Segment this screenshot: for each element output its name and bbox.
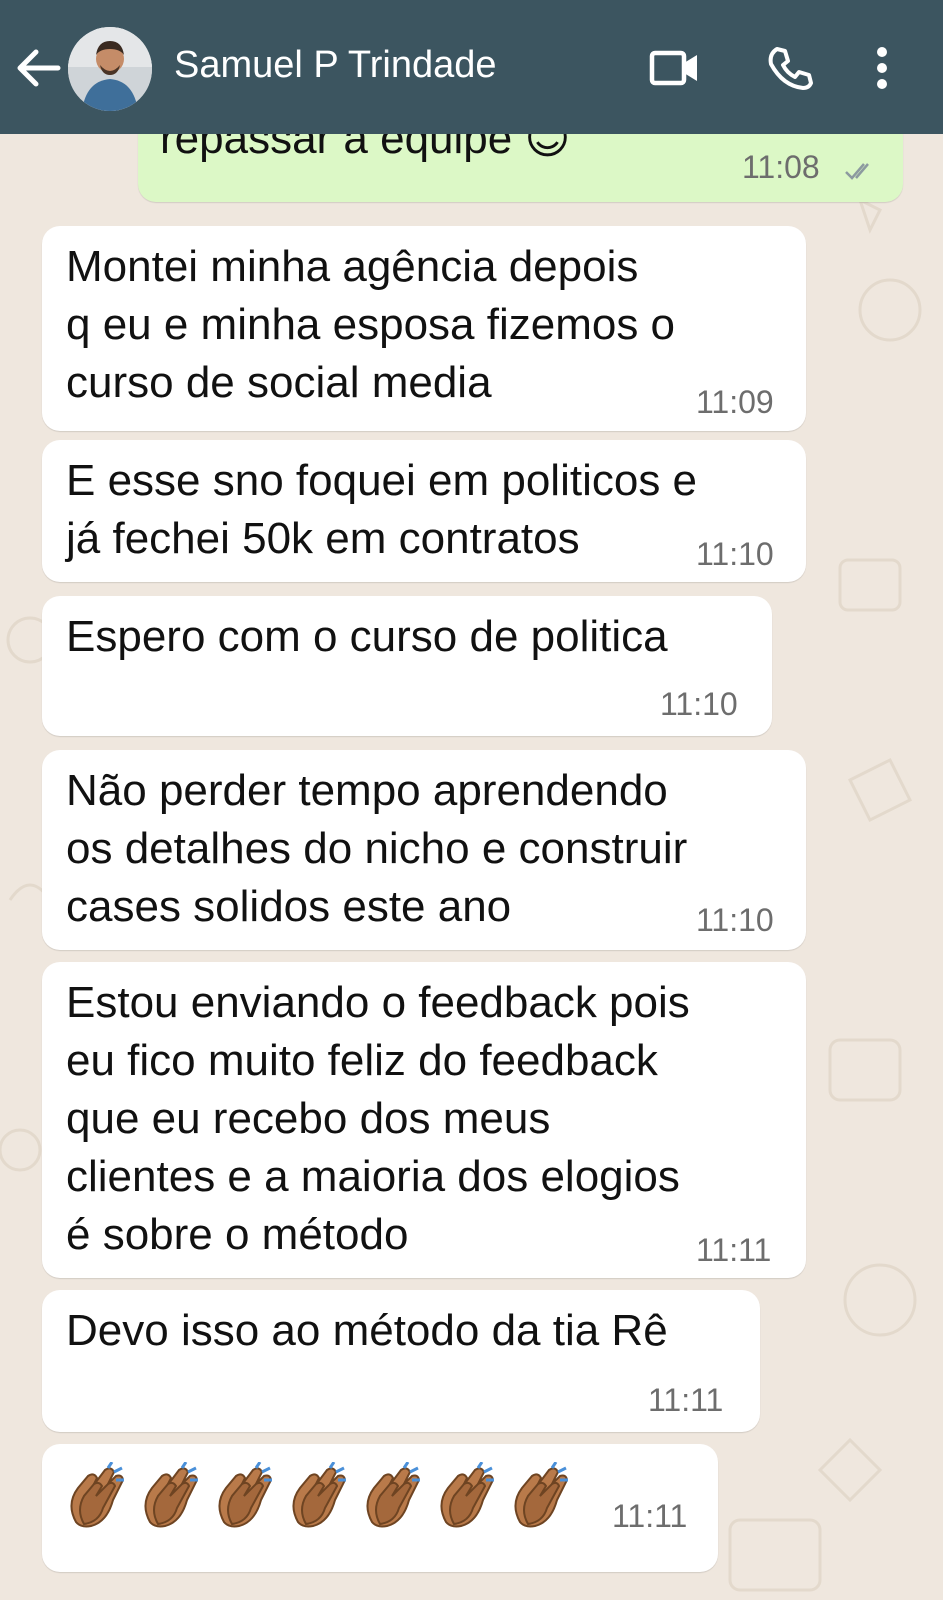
message-bubble-incoming[interactable]: Espero com o curso de politica 11:10 [42, 596, 772, 736]
message-bubble-incoming[interactable]: Devo isso ao método da tia Rê 11:11 [42, 1290, 760, 1432]
message-text: Devo isso ao método da tia Rê [66, 1306, 668, 1355]
video-call-button[interactable] [640, 40, 710, 96]
clapping-hands-icon [70, 1462, 125, 1528]
message-time: 11:09 [696, 384, 774, 420]
avatar[interactable] [68, 27, 152, 111]
more-vert-icon [877, 47, 887, 89]
read-receipt-icon [845, 163, 869, 180]
phone-icon [768, 47, 813, 90]
clapping-hands-icon [218, 1462, 273, 1528]
message-time: 11:10 [696, 536, 774, 572]
chat-header: Samuel P Trindade [0, 0, 943, 134]
message-bubble-incoming[interactable]: Estou enviando o feedback pois eu fico m… [42, 962, 806, 1278]
message-time: 11:11 [696, 1232, 772, 1268]
video-call-icon [649, 50, 697, 86]
back-arrow-icon[interactable] [14, 46, 62, 90]
clapping-hands-icon [514, 1462, 569, 1528]
message-text: Estou enviando o feedback pois eu fico m… [66, 978, 690, 1259]
message-text: Montei minha agência depois q eu e minha… [66, 242, 676, 407]
message-bubble-incoming[interactable]: Não perder tempo aprendendo os detalhes … [42, 750, 806, 950]
clapping-hands-icon [144, 1462, 199, 1528]
message-text: Não perder tempo aprendendo os detalhes … [66, 766, 688, 931]
more-options-button[interactable] [862, 40, 902, 96]
message-bubble-incoming[interactable]: 11:11 [42, 1444, 718, 1572]
clapping-hands-icon [366, 1462, 421, 1528]
message-text: E esse sno foquei em politicos e já fech… [66, 456, 698, 563]
emoji-message [62, 1462, 570, 1532]
message-list[interactable]: repassar a equipe 😊 11:08 Montei minha a… [0, 0, 943, 1600]
message-time: 11:10 [696, 902, 774, 938]
message-bubble-incoming[interactable]: E esse sno foquei em politicos e já fech… [42, 440, 806, 582]
contact-name[interactable]: Samuel P Trindade [174, 44, 497, 87]
message-text: Espero com o curso de politica [66, 612, 668, 661]
clapping-hands-icon [292, 1462, 347, 1528]
message-time: 11:08 [742, 149, 820, 185]
message-time: 11:11 [612, 1498, 688, 1534]
clapping-hands-icon [440, 1462, 495, 1528]
message-bubble-incoming[interactable]: Montei minha agência depois q eu e minha… [42, 226, 806, 431]
message-time: 11:10 [660, 686, 738, 722]
voice-call-button[interactable] [760, 40, 820, 96]
message-time: 11:11 [648, 1382, 724, 1418]
